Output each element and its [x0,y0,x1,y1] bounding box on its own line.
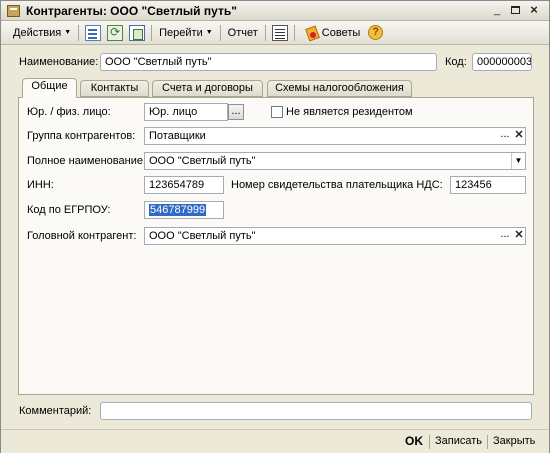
minimize-icon[interactable]: _ [490,4,504,17]
goto-menu[interactable]: Перейти ▼ [155,23,217,43]
tab-contacts[interactable]: Контакты [80,80,149,97]
comment-input[interactable] [100,402,532,420]
toolbar-separator [78,24,80,41]
inn-input[interactable]: 123654789 [144,176,224,194]
refresh-icon[interactable] [107,24,124,41]
select-button[interactable]: ... [497,228,513,244]
vat-cert-label: Номер свидетельства плательщика НДС: [231,179,443,191]
close-icon[interactable]: × [527,3,541,17]
legal-type-input[interactable]: Юр. лицо [144,103,228,121]
selected-text: 546787999 [149,204,207,216]
head-input[interactable]: ООО "Светлый путь" [144,227,526,245]
dropdown-arrow-icon: ▼ [205,29,213,36]
group-label: Группа контрагентов: [27,130,136,142]
non-resident-checkbox[interactable] [271,106,283,118]
dropdown-arrow-icon: ▼ [64,29,72,36]
code-label: Код: [445,56,467,68]
document-icon[interactable] [85,24,102,41]
toolbar-separator [219,24,221,41]
report-button[interactable]: Отчет [224,23,262,43]
ok-button[interactable]: OK [405,434,423,448]
catalog-icon [7,5,20,17]
select-button[interactable]: ... [497,128,513,144]
close-button[interactable]: Закрыть [493,435,535,447]
full-name-input[interactable]: ООО "Светлый путь" [144,152,526,170]
tips-icon [305,26,319,40]
legal-type-label: Юр. / физ. лицо: [27,106,111,118]
group-input[interactable]: Потавщики [144,127,526,145]
actions-menu[interactable]: Действия ▼ [9,23,75,43]
tab-general[interactable]: Общие [22,78,77,98]
clear-icon[interactable]: ✕ [512,228,526,244]
inn-label: ИНН: [27,179,54,191]
clear-icon[interactable]: ✕ [512,128,526,144]
toolbar-separator [151,24,153,41]
code-input[interactable]: 000000003 [472,53,532,71]
actions-label: Действия [13,26,62,39]
footer-separator [429,435,430,449]
tips-label: Советы [321,26,361,39]
toolbar-separator [293,24,295,41]
toolbar: Действия ▼ Перейти ▼ Отчет Советы ? [1,21,549,45]
help-icon[interactable]: ? [368,25,384,40]
title-bar: Контрагенты: ООО "Светлый путь" _ × [1,1,549,21]
non-resident-label: Не является резидентом [286,106,413,118]
maximize-icon[interactable] [508,4,522,17]
select-button[interactable]: ... [228,104,244,120]
name-input[interactable]: ООО "Светлый путь" [100,53,437,71]
tab-tax-schemes[interactable]: Схемы налогообложения [267,80,412,97]
goto-label: Перейти [159,26,203,39]
window-title: Контрагенты: ООО "Светлый путь" [26,4,237,18]
edrpou-input[interactable]: 546787999 [144,201,224,219]
tab-accounts[interactable]: Счета и договоры [152,80,263,97]
comment-label: Комментарий: [19,405,92,417]
name-label: Наименование: [19,56,99,68]
footer-separator [487,435,488,449]
dropdown-arrow-icon[interactable]: ▼ [511,153,525,169]
edrpou-label: Код по ЕГРПОУ: [27,204,111,216]
counterparty-window: Контрагенты: ООО "Светлый путь" _ × Дейс… [0,0,550,453]
tips-button[interactable]: Советы [298,23,364,43]
save-button[interactable]: Записать [435,435,482,447]
list-icon[interactable] [271,24,288,41]
copy-icon[interactable] [129,24,146,41]
toolbar-separator [264,24,266,41]
head-label: Головной контрагент: [27,230,137,242]
vat-cert-input[interactable]: 123456 [450,176,526,194]
bottom-bar: OK Записать Закрыть [1,429,549,453]
full-name-label: Полное наименование: [27,155,147,167]
